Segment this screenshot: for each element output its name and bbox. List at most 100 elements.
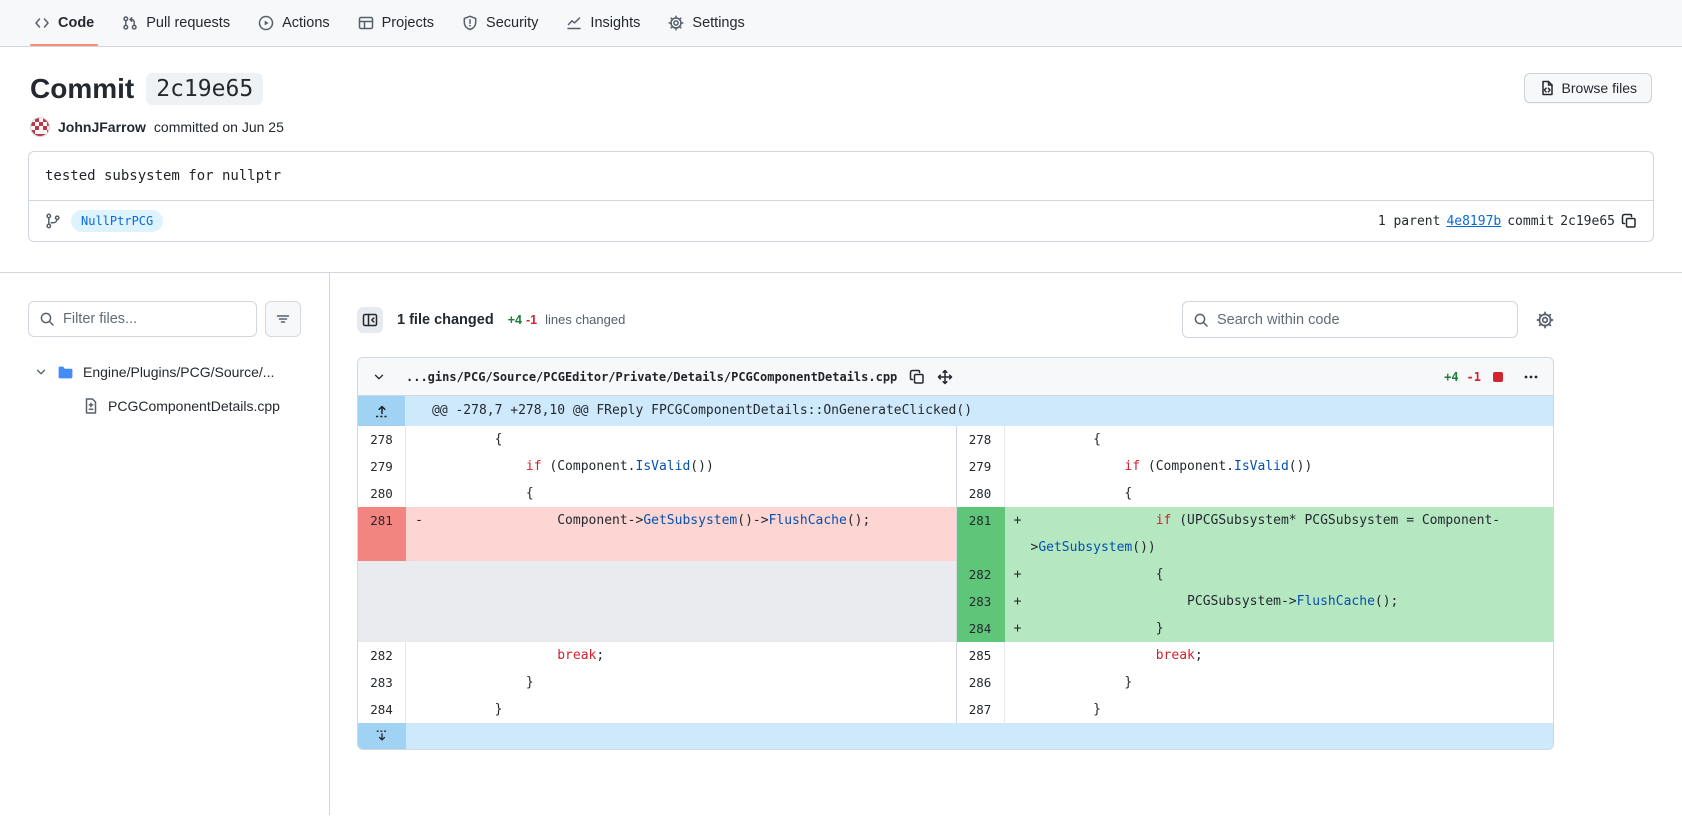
line-number[interactable]: 282 — [957, 561, 1005, 588]
nav-tab-insights[interactable]: Insights — [552, 0, 654, 46]
code-text: } — [432, 669, 956, 696]
diff-marker — [406, 642, 432, 669]
diff-line-context: 286 } — [956, 669, 1554, 696]
collapse-sidebar-button[interactable] — [357, 307, 383, 333]
tree-folder-row[interactable]: Engine/Plugins/PCG/Source/... — [28, 355, 301, 389]
nav-tab-label: Insights — [590, 15, 640, 31]
commit-author[interactable]: JohnJFarrow — [58, 119, 146, 135]
file-tree-sidebar: Engine/Plugins/PCG/Source/... PCGCompone… — [0, 273, 330, 815]
play-icon — [258, 15, 274, 31]
diff-file-path[interactable]: ...gins/PCG/Source/PCGEditor/Private/Det… — [406, 370, 897, 384]
line-number[interactable]: 278 — [957, 426, 1005, 453]
code-text: Component->GetSubsystem()->FlushCache(); — [432, 507, 956, 561]
hunk-header-text: @@ -278,7 +278,10 @@ FReply FPCGComponen… — [406, 396, 1553, 426]
diff-line-context: 279 if (Component.IsValid()) — [956, 453, 1554, 480]
copy-icon — [909, 369, 925, 385]
commit-title-label: Commit — [30, 73, 134, 105]
nav-tab-label: Security — [486, 15, 538, 31]
hunk-header-row: @@ -278,7 +278,10 @@ FReply FPCGComponen… — [358, 396, 1553, 426]
tree-file-label: PCGComponentDetails.cpp — [108, 398, 280, 414]
search-within-code-input[interactable] — [1182, 301, 1518, 338]
file-filter-button[interactable] — [265, 301, 301, 337]
tree-file-row[interactable]: PCGComponentDetails.cpp — [28, 389, 301, 423]
code-text — [432, 615, 956, 642]
chevron-down-icon — [372, 370, 386, 384]
filter-files-input[interactable] — [28, 301, 257, 337]
nav-tab-security[interactable]: Security — [448, 0, 552, 46]
code-text: } — [1031, 615, 1554, 642]
nav-tab-label: Actions — [282, 15, 330, 31]
diff-marker — [406, 696, 432, 723]
nav-tab-label: Code — [58, 15, 94, 31]
diff-line-context: 284 } — [358, 696, 956, 723]
diff-line-context: 280 { — [956, 480, 1554, 507]
line-number[interactable]: 283 — [957, 588, 1005, 615]
line-number[interactable]: 280 — [957, 480, 1005, 507]
file-additions: +4 — [1444, 370, 1458, 384]
avatar[interactable] — [30, 117, 50, 137]
expand-hunk-up-button[interactable] — [358, 396, 406, 426]
diff-marker: + — [1005, 561, 1031, 588]
line-number — [358, 588, 406, 615]
copy-sha-button[interactable] — [1621, 213, 1637, 229]
file-code-icon — [1539, 80, 1555, 96]
nav-tab-settings[interactable]: Settings — [654, 0, 758, 46]
nav-tab-label: Projects — [382, 15, 434, 31]
line-number[interactable]: 286 — [957, 669, 1005, 696]
lines-changed-label: lines changed — [545, 312, 625, 327]
line-number[interactable]: 287 — [957, 696, 1005, 723]
collapse-file-button[interactable] — [372, 370, 386, 384]
nav-tab-projects[interactable]: Projects — [344, 0, 448, 46]
drag-file-handle[interactable] — [937, 369, 953, 385]
graph-icon — [566, 15, 582, 31]
diff-line-add: 284+ } — [956, 615, 1554, 642]
file-options-button[interactable] — [1523, 369, 1539, 385]
nav-tab-pull-requests[interactable]: Pull requests — [108, 0, 244, 46]
nav-tab-actions[interactable]: Actions — [244, 0, 344, 46]
line-number[interactable]: 284 — [358, 696, 406, 723]
nav-tab-code[interactable]: Code — [20, 0, 108, 46]
diff-marker — [1005, 453, 1031, 480]
diff-row: 284+ } — [358, 615, 1553, 642]
line-number — [358, 561, 406, 588]
file-diff-icon — [83, 398, 99, 414]
line-number[interactable]: 279 — [957, 453, 1005, 480]
parent-commit-link[interactable]: 4e8197b — [1446, 214, 1501, 229]
sidebar-collapse-icon — [362, 312, 378, 328]
nav-tab-label: Pull requests — [146, 15, 230, 31]
code-text: PCGSubsystem->FlushCache(); — [1031, 588, 1554, 615]
line-number[interactable]: 281 — [957, 507, 1005, 561]
expand-hunk-down-button[interactable] — [358, 723, 406, 749]
code-text: break; — [432, 642, 956, 669]
diff-row: 281- Component->GetSubsystem()->FlushCac… — [358, 507, 1553, 561]
code-text: if (Component.IsValid()) — [1031, 453, 1554, 480]
diff-line-add: 281+ if (UPCGSubsystem* PCGSubsystem = C… — [956, 507, 1554, 561]
search-within-code-field[interactable] — [1217, 312, 1507, 328]
code-text: if (UPCGSubsystem* PCGSubsystem = Compon… — [1031, 507, 1554, 561]
kebab-icon — [1523, 369, 1539, 385]
diff-marker — [406, 426, 432, 453]
git-branch-icon — [45, 213, 61, 229]
line-number[interactable]: 285 — [957, 642, 1005, 669]
browse-files-button[interactable]: Browse files — [1524, 73, 1652, 103]
line-number — [358, 615, 406, 642]
diff-row: 280 {280 { — [358, 480, 1553, 507]
diff-line-context: 279 if (Component.IsValid()) — [358, 453, 956, 480]
line-number[interactable]: 279 — [358, 453, 406, 480]
additions-count: +4 — [508, 313, 522, 327]
line-number[interactable]: 280 — [358, 480, 406, 507]
diff-marker: + — [1005, 588, 1031, 615]
line-number[interactable]: 281 — [358, 507, 406, 561]
line-number[interactable]: 282 — [358, 642, 406, 669]
diff-marker — [406, 669, 432, 696]
filter-files-field[interactable] — [63, 311, 246, 327]
branch-badge[interactable]: NullPtrPCG — [71, 210, 163, 232]
line-number[interactable]: 278 — [358, 426, 406, 453]
line-number[interactable]: 283 — [358, 669, 406, 696]
repo-nav: Code Pull requests Actions Projects Secu… — [0, 0, 1682, 47]
commit-message: tested subsystem for nullptr — [29, 152, 1653, 200]
diff-settings-button[interactable] — [1536, 311, 1554, 329]
diff-line-del: 281- Component->GetSubsystem()->FlushCac… — [358, 507, 956, 561]
copy-path-button[interactable] — [909, 369, 925, 385]
line-number[interactable]: 284 — [957, 615, 1005, 642]
